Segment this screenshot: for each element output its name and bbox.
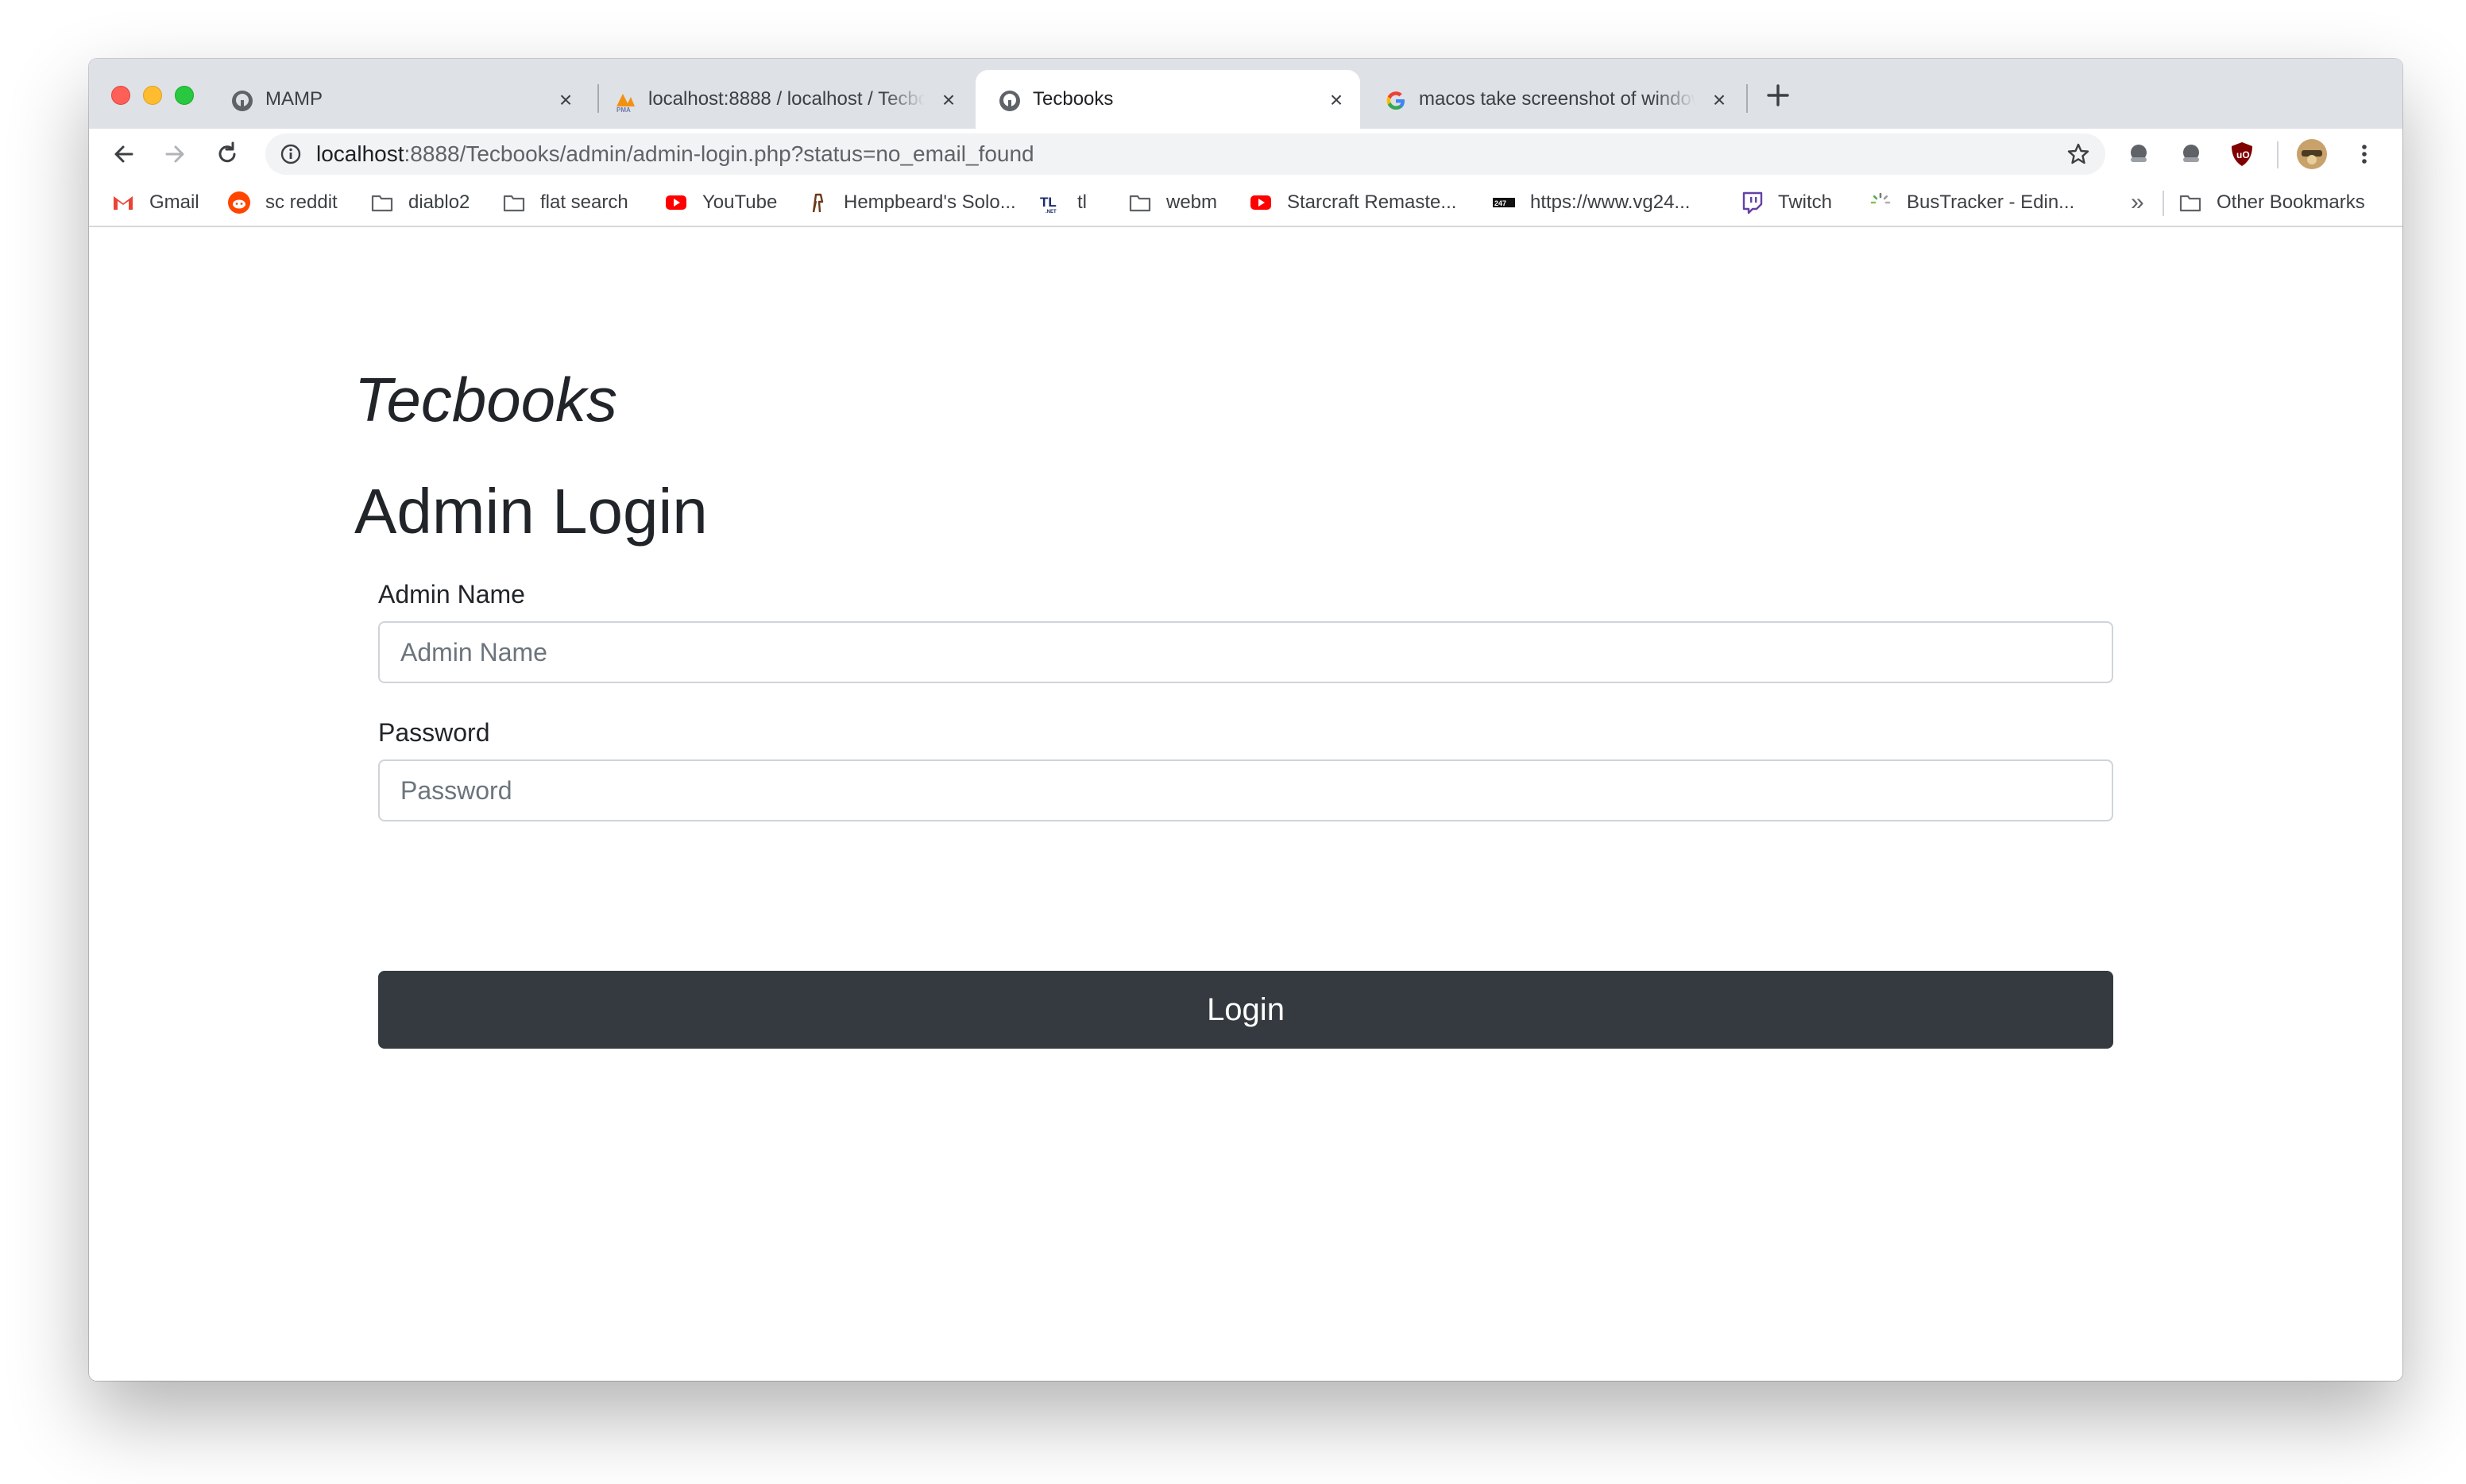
extension-icon[interactable] [2124,140,2153,168]
bookmark-webm[interactable]: webm [1128,180,1217,226]
bookmark-star-icon[interactable] [2066,141,2091,167]
profile-avatar[interactable] [2296,138,2328,170]
browser-window: MAMP × PMA localhost:8888 / localhost / … [89,59,2402,1381]
bookmark-label: diablo2 [408,191,470,213]
folder-icon [371,195,393,212]
toolbar-separator [2277,141,2279,168]
teamliquid-icon: TL .NET [1040,195,1057,214]
tab-separator [1746,84,1748,113]
bookmark-youtube[interactable]: YouTube [664,180,777,226]
folder-icon [1129,195,1151,212]
more-menu-icon[interactable] [2350,140,2379,168]
mamp-elephant-icon [999,91,1020,111]
login-button[interactable]: Login [378,971,2113,1049]
extension-icon[interactable] [2177,140,2205,168]
tab-title: Tecbooks [1033,88,1114,110]
youtube-icon [1250,195,1271,210]
close-tab-icon[interactable]: × [1327,89,1346,111]
reload-icon[interactable] [211,138,243,170]
hempbeard-icon [812,193,824,213]
site-brand[interactable]: Tecbooks [354,364,617,436]
forward-arrow-icon[interactable] [159,138,191,170]
bookmark-sc-reddit[interactable]: sc reddit [227,180,338,226]
page-title: Admin Login [354,476,708,547]
bookmark-twitch[interactable]: Twitch [1740,180,1832,226]
svg-text:.NET: .NET [1046,210,1057,214]
bookmark-label: flat search [540,191,628,213]
bookmark-gmail[interactable]: Gmail [111,180,199,226]
back-arrow-icon[interactable] [108,138,140,170]
admin-name-input[interactable] [378,621,2113,683]
bookmark-label: tl [1077,191,1087,213]
bookmark-label: Hempbeard's Solo... [844,191,1016,213]
bookmark-label: Gmail [149,191,199,213]
bookmark-label: YouTube [702,191,778,213]
youtube-icon [666,195,686,210]
page-content: Tecbooks Admin Login Admin Name Password… [89,229,2402,1381]
new-tab-plus-icon[interactable] [1764,81,1792,110]
bookmark-label: https://www.vg24... [1530,191,1691,213]
ublock-origin-icon[interactable]: uO [2228,140,2256,168]
password-input[interactable] [378,759,2113,821]
loading-spinner-icon [1870,192,1891,204]
bookmarks-overflow-chevron[interactable]: » [2131,189,2144,216]
url-text[interactable]: localhost:8888/Tecbooks/admin/admin-logi… [316,133,1034,175]
password-label: Password [378,718,490,747]
tab-mamp[interactable]: MAMP × [208,70,589,129]
svg-text:TL: TL [1040,195,1057,210]
gmail-icon [114,196,133,210]
bookmark-label: webm [1166,191,1218,213]
admin-name-label: Admin Name [378,580,525,609]
tab-title: macos take screenshot of window [1419,88,1695,110]
url-host: localhost [316,141,404,166]
tab-google-search[interactable]: macos take screenshot of window × [1362,70,1743,129]
svg-text:uO: uO [2236,149,2250,160]
bookmark-label: Starcraft Remaste... [1287,191,1457,213]
close-tab-icon[interactable]: × [556,89,575,111]
close-tab-icon[interactable]: × [1710,89,1729,111]
url-path: :8888/Tecbooks/admin/admin-login.php?sta… [404,141,1034,166]
tab-tecbooks[interactable]: Tecbooks × [976,70,1360,129]
bookmark-label: Other Bookmarks [2217,191,2365,213]
bookmark-tl[interactable]: TL .NET tl [1039,180,1087,226]
folder-icon [503,195,525,212]
twitch-icon [1742,191,1763,214]
bookmark-label: Twitch [1778,191,1833,213]
bookmark-label: BusTracker - Edin... [1907,191,2075,213]
bookmark-starcraft-remastered[interactable]: Starcraft Remaste... [1249,180,1456,226]
folder-icon [2179,195,2201,212]
svg-text:247: 247 [1494,199,1506,207]
vg247-icon: 247 [1493,198,1515,207]
tab-title: localhost:8888 / localhost / Tecbooks [648,88,925,110]
tab-strip: MAMP × PMA localhost:8888 / localhost / … [89,59,2402,129]
reddit-icon [228,191,250,214]
close-tab-icon[interactable]: × [939,89,958,111]
bookmark-label: sc reddit [265,191,338,213]
svg-text:PMA: PMA [616,106,631,113]
browser-toolbar: localhost:8888/Tecbooks/admin/admin-logi… [89,129,2402,180]
bookmarks-separator [2163,191,2164,216]
phpmyadmin-icon: PMA [616,94,635,113]
mamp-elephant-icon [232,91,253,111]
bookmark-flat-search[interactable]: flat search [502,180,628,226]
bookmark-hempbeard[interactable]: Hempbeard's Solo... [806,180,1016,226]
tab-title: MAMP [265,88,323,110]
minimize-window-button[interactable] [143,86,162,105]
bookmark-vg247[interactable]: 247 https://www.vg24... [1492,180,1690,226]
site-info-icon[interactable] [280,143,302,165]
bookmark-bustracker[interactable]: BusTracker - Edin... [1869,180,2074,226]
tab-phpmyadmin[interactable]: PMA localhost:8888 / localhost / Tecbook… [591,70,972,129]
bookmark-other-bookmarks[interactable]: Other Bookmarks [2178,180,2365,226]
address-bar[interactable]: localhost:8888/Tecbooks/admin/admin-logi… [265,133,2105,175]
bookmarks-bar: Gmail sc reddit diablo2 flat search YouT… [89,180,2402,227]
close-window-button[interactable] [111,86,130,105]
bookmark-diablo2[interactable]: diablo2 [370,180,470,226]
google-icon [1386,91,1405,110]
maximize-window-button[interactable] [175,86,194,105]
